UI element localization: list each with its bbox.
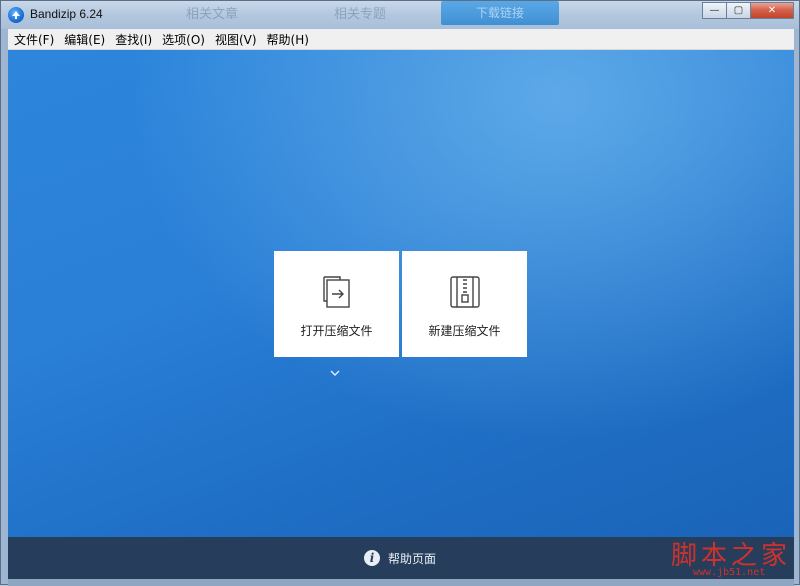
new-archive-label: 新建压缩文件 (428, 324, 501, 338)
menu-bar: 文件(F) 编辑(E) 查找(I) 选项(O) 视图(V) 帮助(H) (8, 29, 794, 50)
open-archive-label: 打开压缩文件 (300, 324, 373, 338)
background-ghost-button: 下载链接 (441, 1, 559, 25)
window-title: Bandizip 6.24 (30, 7, 103, 21)
watermark: 脚本之家 www.jb51.net (671, 535, 800, 585)
open-archive-button[interactable]: 打开压缩文件 (274, 251, 399, 357)
maximize-button[interactable]: ▢ (726, 2, 751, 19)
menu-view[interactable]: 视图(V) (215, 31, 257, 48)
menu-edit[interactable]: 编辑(E) (64, 31, 105, 48)
chevron-down-icon[interactable] (329, 362, 341, 381)
title-bar[interactable]: Bandizip 6.24 相关文章 相关专题 下载链接 — ▢ ✕ (1, 1, 799, 29)
minimize-button[interactable]: — (702, 2, 727, 19)
background-ghost-text: 相关文章 (186, 6, 239, 21)
new-archive-zip-icon (448, 273, 482, 313)
menu-file[interactable]: 文件(F) (14, 31, 54, 48)
menu-help[interactable]: 帮助(H) (267, 31, 309, 48)
main-area: 打开压缩文件 新建压缩文件 (8, 50, 794, 537)
window-controls: — ▢ ✕ (702, 2, 794, 20)
info-icon: i (364, 550, 380, 566)
help-page-link[interactable]: 帮助页面 (388, 550, 436, 567)
new-archive-button[interactable]: 新建压缩文件 (402, 251, 527, 357)
bandizip-app-icon (8, 7, 24, 23)
menu-find[interactable]: 查找(I) (115, 31, 152, 48)
close-button[interactable]: ✕ (750, 2, 794, 19)
app-window: Bandizip 6.24 相关文章 相关专题 下载链接 — ▢ ✕ 文件(F)… (0, 0, 800, 586)
open-archive-icon (320, 273, 354, 313)
background-ghost-text: 相关专题 (334, 6, 387, 21)
watermark-url: www.jb51.net (693, 567, 766, 578)
menu-options[interactable]: 选项(O) (162, 31, 205, 48)
